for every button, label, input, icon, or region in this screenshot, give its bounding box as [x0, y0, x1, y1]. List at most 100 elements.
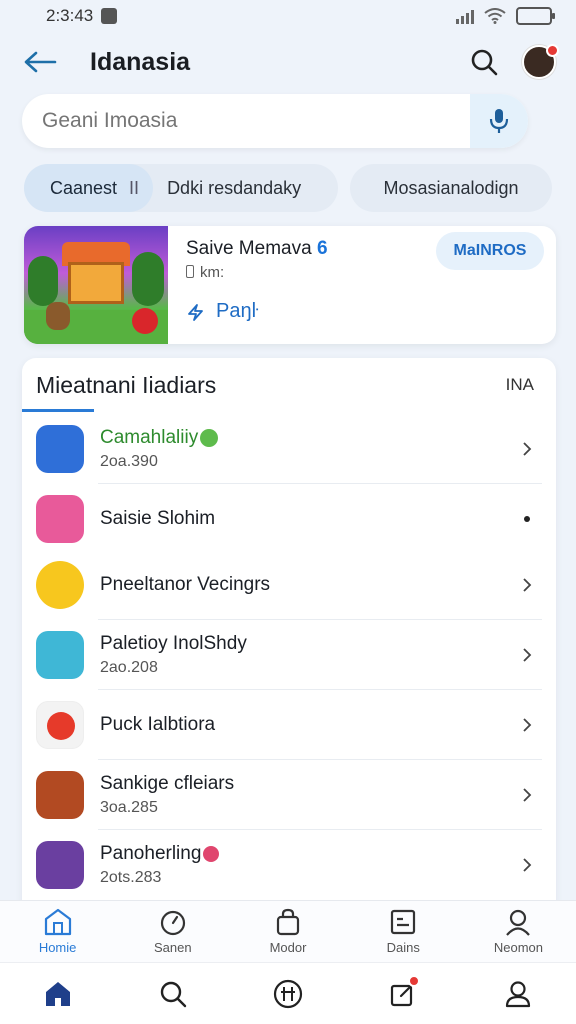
featured-subtitle-text: km:	[200, 264, 225, 281]
app-icon	[36, 561, 84, 609]
app-subtitle: 2ots.283	[100, 869, 162, 886]
tab-label: Sanen	[154, 940, 192, 955]
status-time: 2:3:43	[46, 6, 94, 25]
person-icon	[506, 909, 531, 936]
tab-label: Neomon	[493, 940, 543, 955]
signal-icon	[456, 8, 474, 24]
nav-grid[interactable]	[230, 963, 345, 1024]
app-name: Sankige cfleiars	[100, 773, 235, 794]
featured-game-image	[24, 226, 168, 344]
featured-title: Saive Memava 6	[186, 238, 328, 260]
list-header: Mieatnani Iiadiars INA	[22, 358, 556, 412]
nav-home[interactable]	[0, 963, 115, 1024]
tab-label: Dains	[386, 940, 420, 955]
filter-chips: Caanest II Ddki resdandaky Mosasianalodi…	[24, 164, 554, 212]
document-icon	[391, 909, 416, 935]
home-icon	[45, 981, 70, 1006]
app-icon	[36, 701, 84, 749]
featured-link[interactable]: Paŋŀ	[186, 300, 258, 323]
app-name: Puck Ialbtiora	[100, 714, 216, 735]
emoji-icon	[203, 845, 220, 862]
featured-subtitle: km:	[186, 264, 224, 281]
store-icon	[44, 908, 71, 936]
chip-active[interactable]: Caanest II	[24, 164, 154, 212]
status-bar: 2:3:43	[0, 0, 576, 32]
featured-action-pill[interactable]: MaINROS	[436, 232, 544, 270]
nav-edit[interactable]	[346, 963, 461, 1024]
tab-neomon[interactable]: Neomon	[461, 901, 576, 962]
app-icon	[36, 841, 84, 889]
tab-bar: Homie Sanen Modor Dains Neomon	[0, 900, 576, 962]
list-item[interactable]: Paletioy InolShdy 2ao.208	[22, 620, 556, 690]
search-input[interactable]	[22, 109, 470, 133]
battery-icon	[516, 7, 555, 25]
microphone-icon	[489, 109, 509, 133]
list-item[interactable]: Saisie Slohim	[22, 484, 556, 554]
nav-badge-dot	[407, 975, 420, 987]
app-list-panel: Mieatnani Iiadiars INA Camahlaliiy 2oa.3…	[22, 358, 556, 918]
list-item[interactable]: Puck Ialbtiora	[22, 690, 556, 760]
chip-active-label: Caanest	[50, 177, 118, 198]
bag-icon	[276, 908, 300, 936]
app-subtitle: 2ao.208	[100, 659, 158, 676]
list-tab-indicator	[22, 409, 94, 412]
chevron-right-icon	[523, 788, 532, 802]
link-icon	[188, 303, 203, 321]
tab-dains[interactable]: Dains	[346, 901, 461, 962]
nav-profile[interactable]	[461, 963, 576, 1024]
featured-card[interactable]: Saive Memava 6 km: Paŋŀ MaINROS	[24, 226, 556, 344]
device-icon	[186, 265, 194, 278]
chip-third[interactable]: Mosasianalodign	[350, 164, 552, 212]
page-title: Idanasia	[90, 47, 191, 76]
arrow-left-icon	[24, 51, 57, 73]
chevron-right-icon	[523, 442, 532, 456]
verified-icon	[200, 428, 219, 447]
mic-button[interactable]	[470, 94, 528, 148]
tab-sanen[interactable]: Sanen	[115, 901, 230, 962]
app-name: Saisie Slohim	[100, 508, 216, 529]
featured-title-badge: 6	[316, 238, 328, 259]
app-subtitle: 2oa.390	[100, 453, 158, 470]
wifi-icon	[484, 8, 506, 24]
back-button[interactable]	[20, 42, 60, 82]
app-name: Paletioy InolShdy	[100, 633, 247, 654]
app-name: Panoherling	[100, 843, 220, 865]
chip-group: Caanest II Ddki resdandaky	[24, 164, 338, 212]
list-item[interactable]: Pneeltanor Vecingrs	[22, 550, 556, 620]
chip-separator: II	[129, 177, 140, 198]
chevron-right-icon	[523, 718, 532, 732]
app-icon	[36, 771, 84, 819]
tab-label: Homie	[38, 940, 77, 955]
app-icon	[36, 425, 84, 473]
tab-home[interactable]: Homie	[0, 901, 115, 962]
timer-icon	[160, 910, 185, 936]
app-subtitle: 3oa.285	[100, 799, 158, 816]
list-item[interactable]: Sankige cfleiars 3oa.285	[22, 760, 556, 830]
list-meta: INA	[505, 375, 534, 394]
featured-link-text: Paŋŀ	[216, 300, 259, 322]
chevron-right-icon	[523, 858, 532, 872]
app-name: Pneeltanor Vecingrs	[100, 574, 271, 595]
app-icon	[36, 631, 84, 679]
search-icon	[160, 981, 186, 1007]
notification-icon	[101, 8, 118, 24]
chip-second[interactable]: Ddki resdandaky	[153, 178, 301, 199]
app-name: Camahlaliiy	[100, 427, 219, 449]
grid-icon	[273, 979, 303, 1008]
featured-title-text: Saive Memava	[186, 238, 312, 259]
tab-modor[interactable]: Modor	[230, 901, 345, 962]
search-icon	[471, 49, 498, 76]
list-item[interactable]: Panoherling 2ots.283	[22, 830, 556, 900]
header-search-button[interactable]	[464, 42, 504, 82]
app-icon	[36, 495, 84, 543]
chevron-right-icon	[523, 578, 532, 592]
list-item[interactable]: Camahlaliiy 2oa.390	[22, 414, 556, 484]
chevron-right-icon	[523, 648, 532, 662]
tab-label: Modor	[269, 940, 307, 955]
app-header: Idanasia	[0, 36, 576, 88]
nav-search[interactable]	[115, 963, 230, 1024]
search-bar	[22, 94, 528, 148]
more-dot-icon	[524, 516, 530, 522]
list-title: Mieatnani Iiadiars	[36, 371, 217, 398]
avatar[interactable]	[522, 44, 559, 79]
